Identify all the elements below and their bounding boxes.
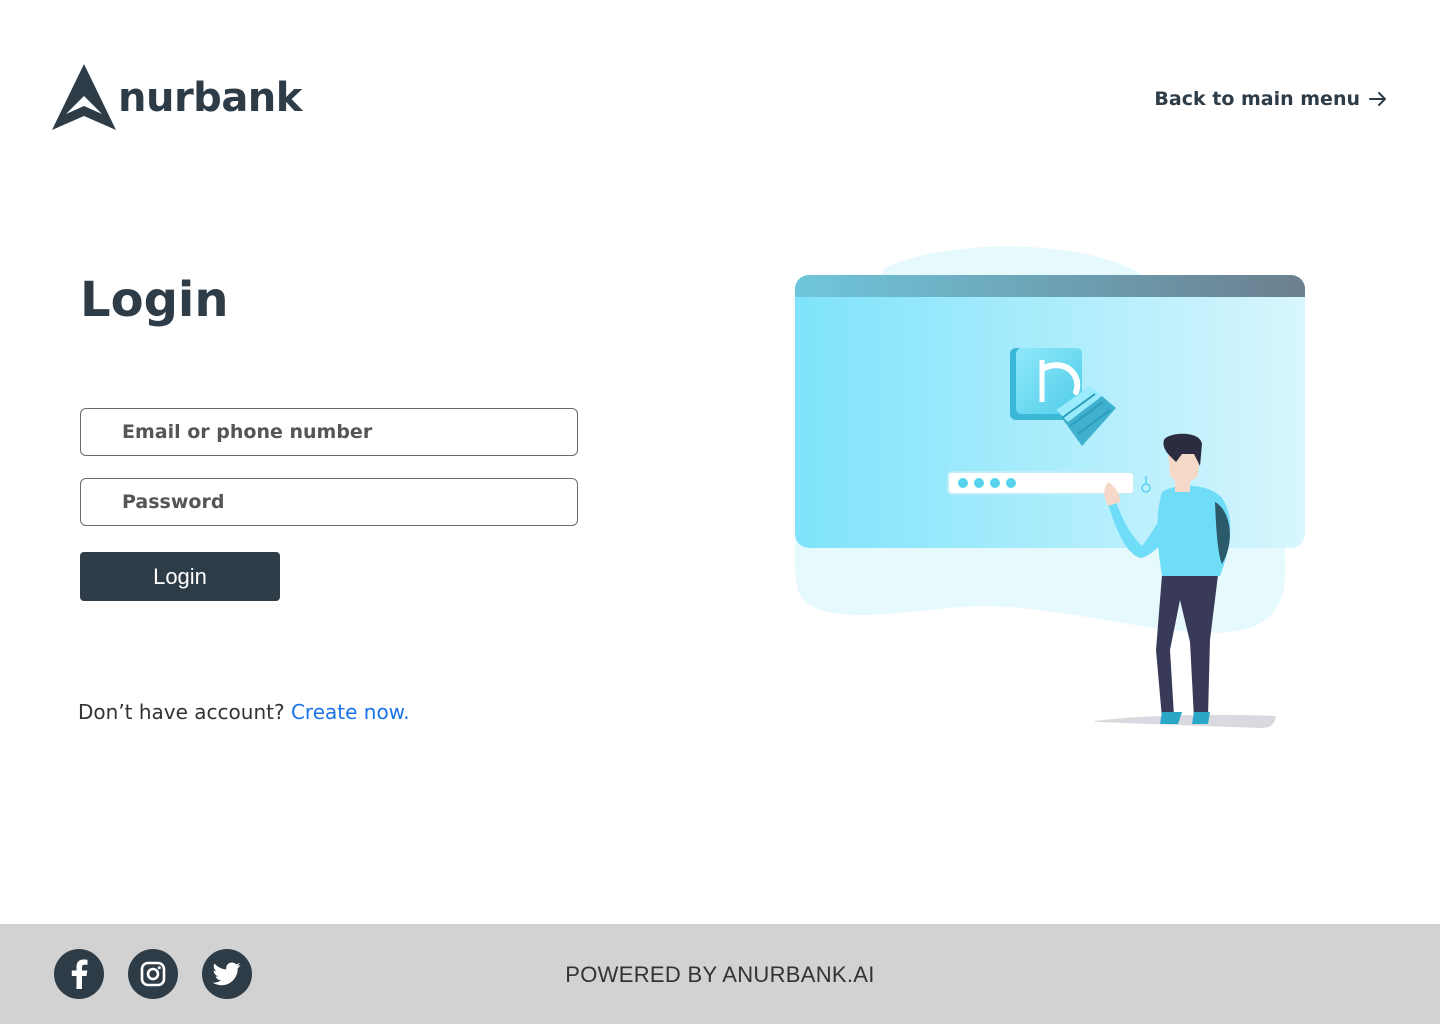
secure-login-illustration — [794, 246, 1305, 728]
signup-prompt: Don’t have account? Create now. — [78, 700, 410, 724]
login-page: nurbank Back to main menu Login Login Do… — [0, 0, 1440, 1024]
signup-prompt-text: Don’t have account? — [78, 700, 285, 724]
create-account-link[interactable]: Create now. — [291, 700, 410, 724]
brand-name: nurbank — [118, 75, 302, 121]
back-to-main-menu-link[interactable]: Back to main menu — [1154, 88, 1388, 110]
powered-by-text: POWERED BY ANURBANK.AI — [565, 962, 875, 987]
login-button[interactable]: Login — [80, 552, 280, 601]
password-field[interactable] — [80, 478, 578, 526]
back-label: Back to main menu — [1154, 88, 1360, 110]
arrow-right-icon — [1368, 89, 1388, 109]
email-field[interactable] — [80, 408, 578, 456]
page-title: Login — [80, 272, 229, 328]
brand-logo[interactable]: nurbank — [52, 64, 302, 132]
footer: POWERED BY ANURBANK.AI — [0, 924, 1440, 1024]
a-arrow-logo-icon — [52, 64, 116, 130]
